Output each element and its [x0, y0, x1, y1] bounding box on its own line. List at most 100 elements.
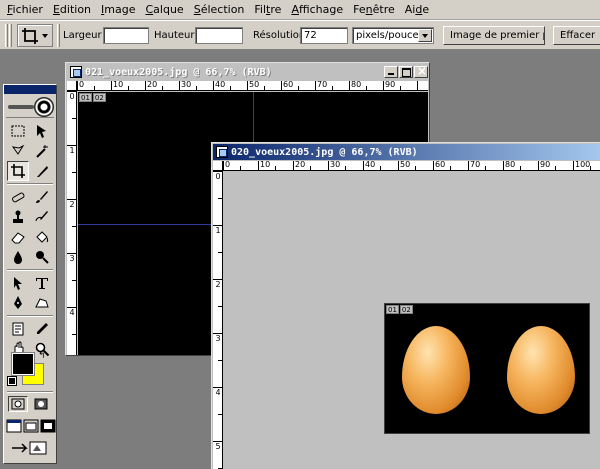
- maximize-button[interactable]: [399, 66, 413, 78]
- ruler-label: 30: [181, 81, 192, 89]
- ruler-label: 70: [317, 81, 328, 89]
- eyedropper-tool[interactable]: [31, 319, 53, 339]
- clone-stamp-tool[interactable]: [7, 207, 29, 227]
- menu-calque[interactable]: Calque: [140, 0, 188, 20]
- jump-to-imageready-button[interactable]: [8, 439, 52, 457]
- foreground-color-swatch[interactable]: [11, 352, 35, 376]
- resolution-unit-value: pixels/pouce: [356, 30, 419, 41]
- move-tool[interactable]: [31, 121, 53, 141]
- eraser-tool[interactable]: [7, 227, 29, 247]
- standard-mode-button[interactable]: [8, 396, 28, 412]
- dodge-tool[interactable]: [31, 247, 53, 267]
- blur-tool[interactable]: [7, 247, 29, 267]
- menu-label: mage: [104, 2, 136, 16]
- screen-mode-menubar[interactable]: [23, 419, 39, 433]
- menu-image[interactable]: Image: [96, 0, 140, 20]
- ruler-label: 0: [79, 81, 85, 89]
- brush-tool[interactable]: [31, 187, 53, 207]
- menu-edition[interactable]: Edition: [48, 0, 96, 20]
- options-bar-grip[interactable]: [9, 24, 12, 47]
- menu-label: être: [372, 2, 395, 16]
- notes-tool[interactable]: [7, 319, 29, 339]
- stamp-icon: [13, 210, 23, 223]
- menu-aide[interactable]: Aide: [400, 0, 434, 20]
- ruler-origin[interactable]: [67, 81, 77, 91]
- minimize-button[interactable]: [384, 66, 398, 78]
- menu-filtre[interactable]: Filtre: [249, 0, 286, 20]
- layer-tag-icon: 02: [399, 305, 413, 314]
- screen-mode-full[interactable]: [40, 419, 56, 433]
- menu-selection[interactable]: Sélection: [189, 0, 250, 20]
- ruler-label: 0: [69, 92, 75, 101]
- ruler-label: 10: [260, 161, 271, 169]
- clear-button[interactable]: Effacer: [553, 26, 600, 45]
- default-colors-icon[interactable]: [7, 376, 17, 386]
- resolution-unit-select[interactable]: pixels/pouce: [352, 27, 434, 44]
- toolbox-titlebar[interactable]: [4, 85, 56, 94]
- slice-tool[interactable]: [31, 161, 53, 181]
- shape-tool[interactable]: [31, 293, 53, 313]
- type-tool[interactable]: [31, 273, 53, 293]
- menu-label: re: [270, 2, 282, 16]
- layer-tag: 01 02: [386, 305, 413, 314]
- crop-icon: [11, 164, 25, 178]
- document-canvas[interactable]: 01 02: [384, 303, 590, 434]
- magic-wand-tool[interactable]: [31, 141, 53, 161]
- pen-tool[interactable]: [7, 293, 29, 313]
- toolbox-logo[interactable]: [6, 96, 54, 118]
- options-bar-grip[interactable]: [5, 24, 8, 47]
- eye-logo-icon: [34, 97, 54, 117]
- vertical-ruler[interactable]: 0 1 2 3 4 5: [213, 171, 223, 469]
- tool-preset-picker[interactable]: [17, 24, 53, 47]
- swap-colors-icon[interactable]: ↰: [38, 351, 46, 361]
- ruler-label: 1: [69, 146, 75, 155]
- horizontal-ruler[interactable]: 0 10 20 30 40 50 60 70 80 90: [77, 81, 428, 91]
- layer-tag-number: 01: [79, 93, 92, 102]
- height-input[interactable]: [195, 27, 243, 44]
- paint-bucket-tool[interactable]: [31, 227, 53, 247]
- horizontal-ruler[interactable]: 0 10 20 30 40 50 60 70 80 90 100: [223, 161, 600, 171]
- menu-label: dition: [59, 2, 92, 16]
- options-bar-separator: [57, 24, 60, 47]
- toolbox: ↰: [3, 84, 57, 464]
- height-label: Hauteur :: [154, 30, 202, 41]
- close-button[interactable]: [414, 64, 428, 78]
- document-titlebar[interactable]: 021_voeux2005.jpg @ 66,7% (RVB): [67, 64, 428, 80]
- menu-mnemonic: n: [365, 2, 373, 16]
- crop-icon: [22, 28, 38, 44]
- ruler-label: 20: [147, 81, 158, 89]
- quick-mask-icon: [34, 398, 48, 410]
- quick-mask-button[interactable]: [31, 396, 51, 412]
- path-selection-tool[interactable]: [7, 273, 29, 293]
- document-titlebar[interactable]: 020_voeux2005.jpg @ 66,7% (RVB): [213, 144, 600, 160]
- marquee-tool[interactable]: [7, 121, 29, 141]
- width-input[interactable]: [103, 27, 149, 44]
- window-icon: [40, 419, 56, 433]
- healing-brush-tool[interactable]: [7, 187, 29, 207]
- menu-affichage[interactable]: Affichage: [286, 0, 348, 20]
- front-image-button[interactable]: Image de premier plan: [443, 26, 545, 45]
- marquee-icon: [11, 125, 25, 137]
- document-pasteboard[interactable]: 01 02: [224, 172, 600, 469]
- crop-tool[interactable]: [7, 161, 29, 181]
- ruler-label: 40: [215, 81, 226, 89]
- ruler-label: 30: [330, 161, 341, 169]
- history-brush-tool[interactable]: [31, 207, 53, 227]
- feather-icon: [8, 105, 34, 109]
- ruler-origin[interactable]: [213, 161, 223, 171]
- lasso-tool[interactable]: [7, 141, 29, 161]
- ruler-label: 20: [295, 161, 306, 169]
- slice-icon: [37, 166, 48, 177]
- ruler-label: 0: [215, 172, 221, 181]
- screen-mode-standard[interactable]: [6, 419, 22, 433]
- menu-bar: Fichier Edition Image Calque Sélection F…: [0, 0, 600, 20]
- resolution-input[interactable]: 72: [300, 27, 348, 44]
- pen-icon: [14, 296, 22, 309]
- menu-fichier[interactable]: Fichier: [2, 0, 48, 20]
- document-icon: [70, 66, 82, 78]
- ruler-label: 1: [215, 226, 221, 235]
- window-icon: [6, 419, 22, 433]
- vertical-ruler[interactable]: 0 1 2 3 4: [67, 91, 77, 355]
- menu-fenetre[interactable]: Fenêtre: [348, 0, 400, 20]
- bandage-icon: [12, 192, 25, 203]
